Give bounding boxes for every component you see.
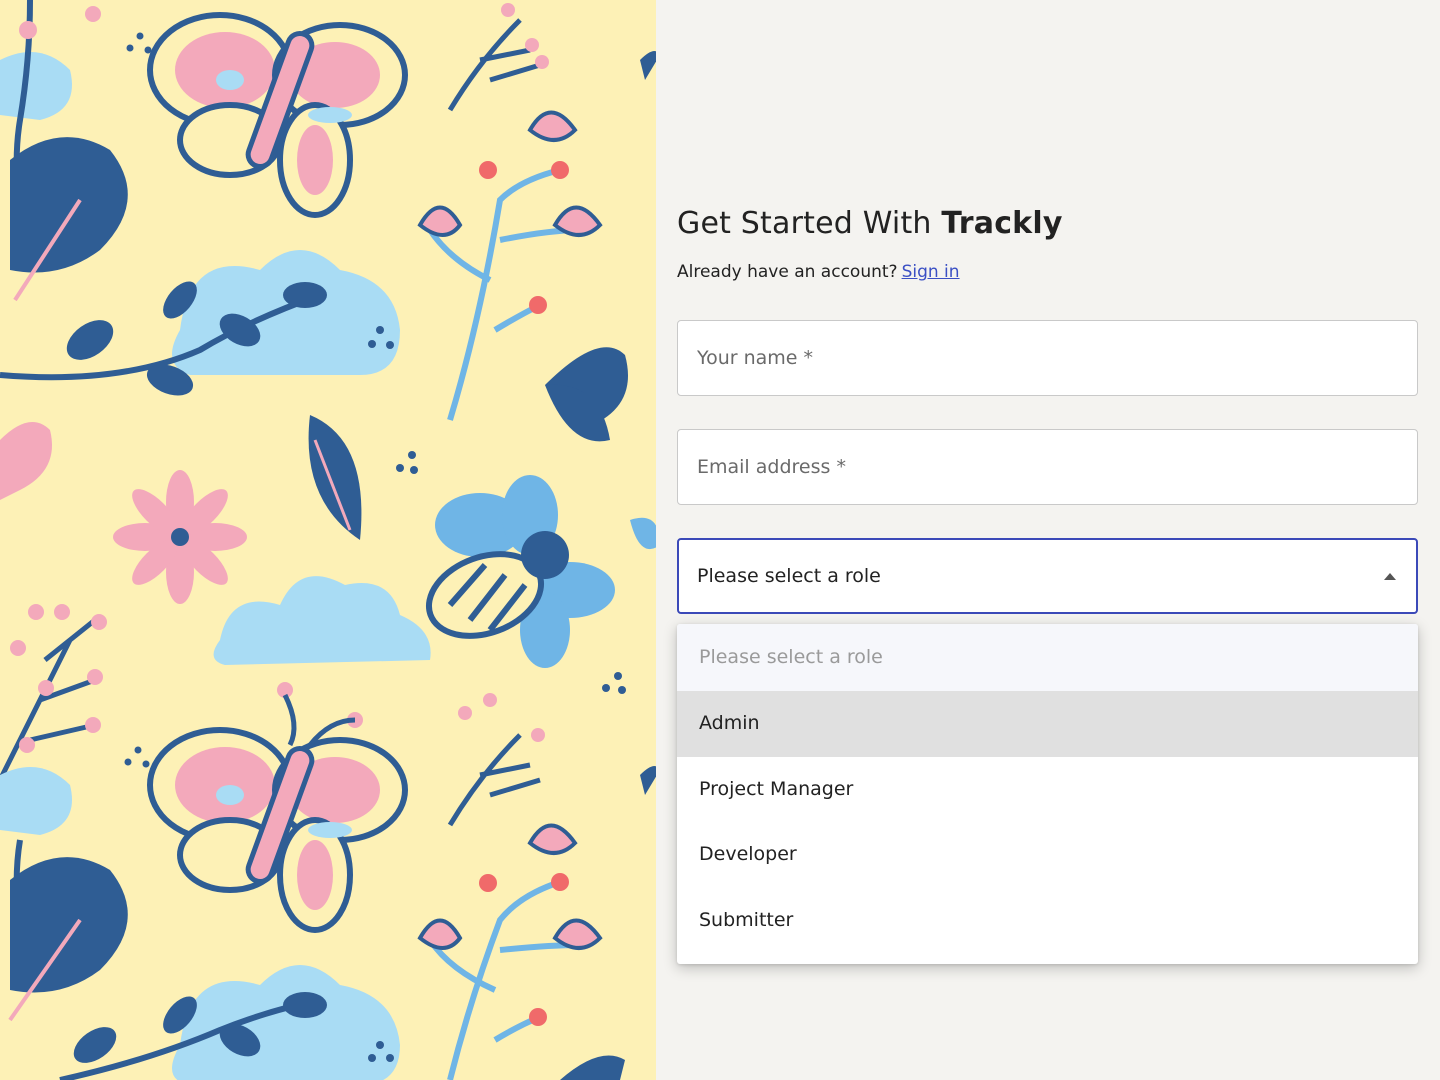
role-dropdown-menu: Please select a role Admin Project Manag… [677, 624, 1418, 964]
email-field [677, 429, 1418, 505]
role-select[interactable]: Please select a role [677, 538, 1418, 614]
role-option-admin[interactable]: Admin [677, 691, 1418, 757]
role-option-submitter[interactable]: Submitter [677, 888, 1418, 954]
page-title: Get Started With Trackly [677, 206, 1063, 241]
floral-illustration [0, 0, 656, 1080]
name-input[interactable] [678, 321, 1417, 395]
role-option-project-manager[interactable]: Project Manager [677, 757, 1418, 823]
role-select-value: Please select a role [697, 565, 881, 587]
signin-link[interactable]: Sign in [902, 262, 960, 282]
signin-prompt-line: Already have an account? Sign in [677, 262, 960, 282]
brand-name: Trackly [941, 206, 1063, 241]
role-option-developer[interactable]: Developer [677, 822, 1418, 888]
name-field [677, 320, 1418, 396]
caret-up-icon [1384, 573, 1396, 580]
decorative-pattern-panel [0, 0, 656, 1080]
page-title-prefix: Get Started With [677, 206, 932, 241]
signup-panel: Get Started With Trackly Already have an… [656, 0, 1440, 1080]
signin-prompt-text: Already have an account? [677, 262, 898, 282]
pattern-tile-top [0, 0, 656, 442]
email-input[interactable] [678, 430, 1417, 504]
pattern-tile-bottom [0, 682, 656, 1080]
role-option-placeholder[interactable]: Please select a role [677, 624, 1418, 691]
